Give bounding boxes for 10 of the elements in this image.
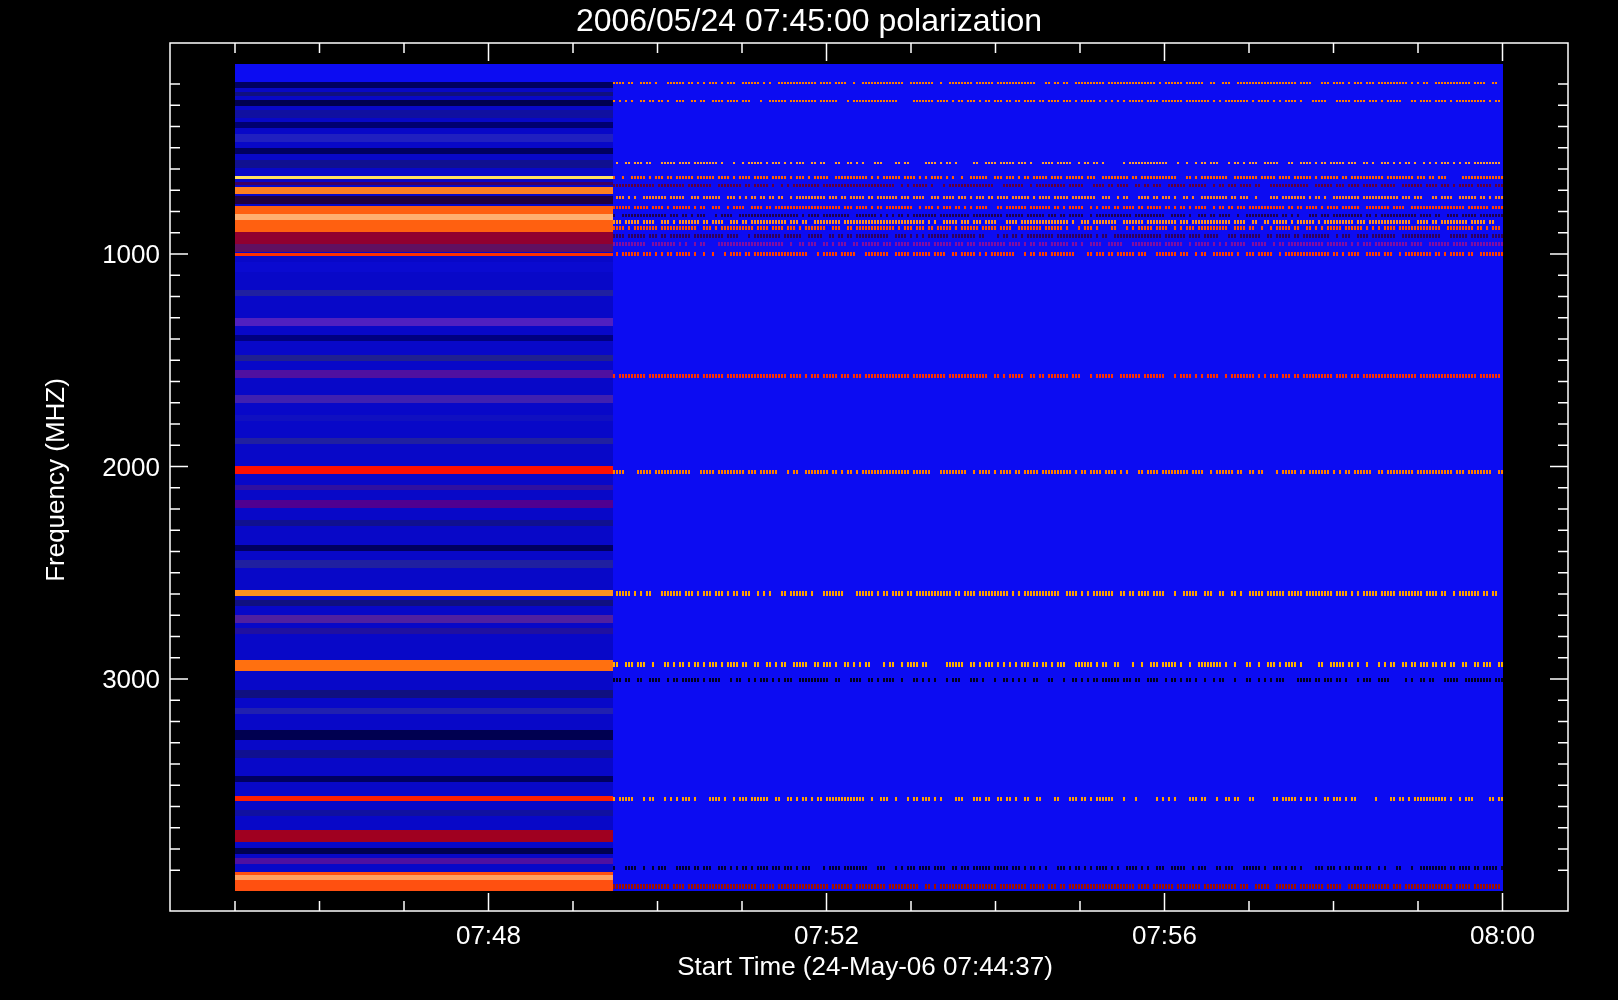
x-tick-label: 07:56	[1131, 920, 1198, 950]
x-tick-label: 07:52	[793, 920, 860, 950]
y-tick-label: 3000	[102, 664, 160, 694]
y-tick-label: 1000	[102, 239, 160, 269]
y-axis-label: Frequency (MHZ)	[40, 378, 70, 582]
x-tick-label: 08:00	[1469, 920, 1536, 950]
x-axis-label: Start Time (24-May-06 07:44:37)	[677, 951, 1053, 981]
x-tick-label: 07:48	[455, 920, 522, 950]
chart-title: 2006/05/24 07:45:00 polarization	[575, 2, 1043, 38]
y-tick-label: 2000	[102, 451, 160, 482]
